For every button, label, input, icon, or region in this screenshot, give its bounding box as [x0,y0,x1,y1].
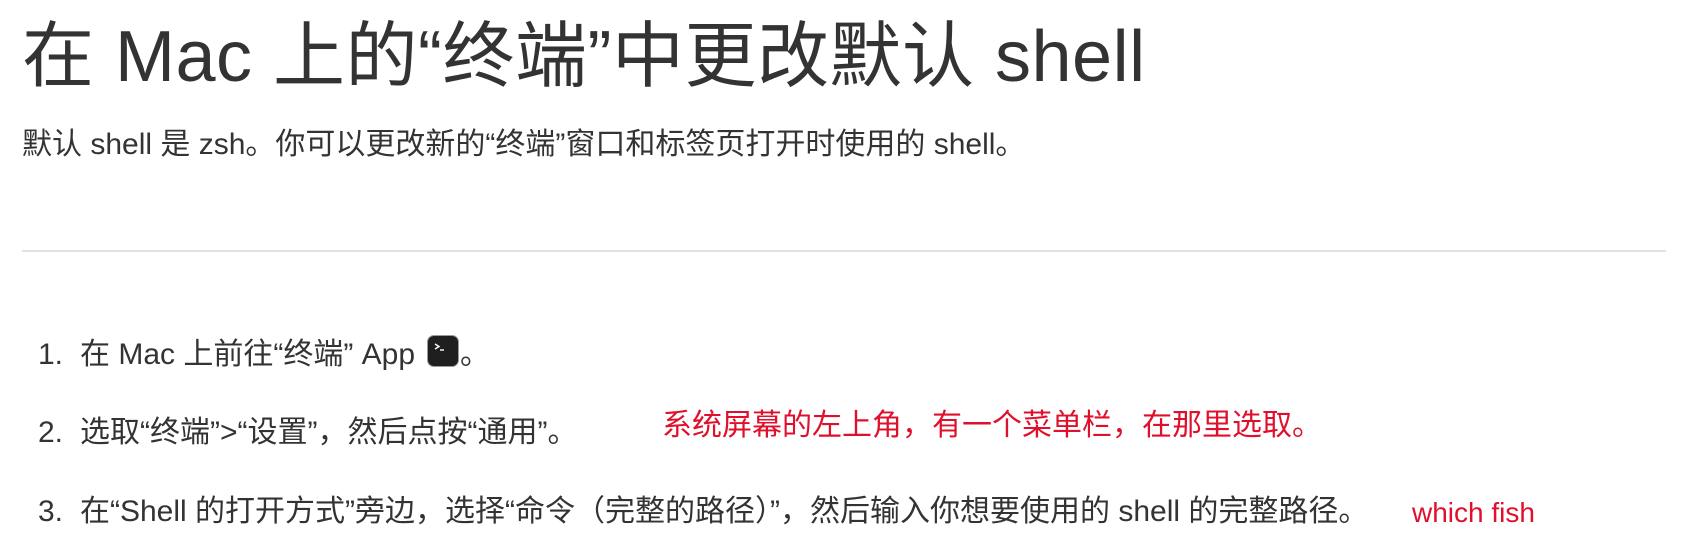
step-number: 2. [38,416,64,449]
step-number: 3. [38,495,64,528]
step-text: 在“Shell 的打开方式”旁边，选择“命令（完整的路径）”，然后输入你想要使用… [80,495,1369,528]
page-title: 在 Mac 上的“终端”中更改默认 shell [22,17,1146,97]
intro-paragraph: 默认 shell 是 zsh。你可以更改新的“终端”窗口和标签页打开时使用的 s… [22,128,1026,161]
step-text: 在 Mac 上前往“终端” App [80,338,416,371]
step-number: 1. [38,338,64,371]
annotation-menu-bar-note: 系统屏幕的左上角，有一个菜单栏，在那里选取。 [662,409,1322,442]
step-item-3: 3. 在“Shell 的打开方式”旁边，选择“命令（完整的路径）”，然后输入你想要… [38,491,1368,533]
step-text-suffix: 。 [460,338,491,371]
step-item-2: 2. 选取“终端”>“设置”，然后点按“通用”。 [38,412,577,454]
step-item-1: 1. 在 Mac 上前往“终端” App 。 [38,334,490,376]
terminal-app-icon [427,335,460,367]
annotation-which-fish-note: which fish [1412,497,1535,528]
step-text: 选取“终端”>“设置”，然后点按“通用”。 [80,416,578,449]
divider [22,250,1666,252]
